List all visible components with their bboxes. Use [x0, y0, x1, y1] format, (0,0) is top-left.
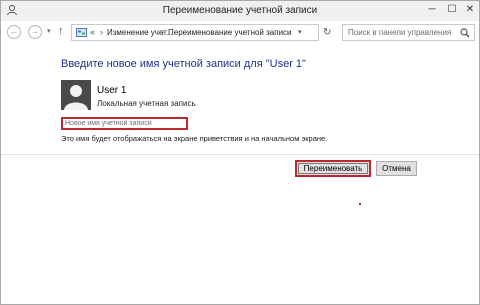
rename-button-label: Переименовать: [298, 163, 368, 174]
forward-button[interactable]: →: [28, 25, 42, 39]
breadcrumb-separator: ›: [100, 27, 103, 37]
address-dropdown-button[interactable]: ▾: [298, 28, 302, 36]
new-name-hint: Это имя будет отображаться на экране при…: [61, 134, 328, 143]
avatar-silhouette-icon: [64, 85, 88, 110]
account-name: User 1: [97, 85, 127, 96]
recent-locations-button[interactable]: ▾: [47, 27, 51, 35]
page-heading: Введите новое имя учетной записи для "Us…: [61, 58, 306, 70]
navigation-bar: ← → ▾ ↑ « › Изменение учет... › Переимен…: [1, 21, 479, 45]
up-button[interactable]: ↑: [58, 25, 64, 37]
divider: [1, 154, 479, 155]
breadcrumb-overflow[interactable]: «: [90, 27, 95, 37]
search-icon[interactable]: [460, 28, 470, 38]
back-button[interactable]: ←: [7, 25, 21, 39]
rename-account-window: Переименование учетной записи ─ ☐ ✕ ← → …: [0, 0, 480, 305]
search-input[interactable]: Поиск в панели управления: [348, 28, 451, 37]
cancel-button[interactable]: Отмена: [376, 161, 417, 176]
account-type: Локальная учетная запись: [97, 99, 196, 108]
minimize-button[interactable]: ─: [425, 4, 439, 16]
search-box[interactable]: Поиск в панели управления: [342, 24, 475, 41]
rename-button[interactable]: Переименовать: [295, 160, 371, 177]
red-dot-mark: [359, 203, 361, 205]
control-panel-icon: [76, 28, 87, 37]
address-bar[interactable]: « › Изменение учет... › Переименование у…: [71, 24, 319, 41]
new-name-field-wrapper: [61, 117, 188, 130]
user-avatar: [61, 80, 91, 110]
close-button[interactable]: ✕: [463, 4, 477, 16]
title-bar: Переименование учетной записи ─ ☐ ✕: [1, 1, 479, 21]
window-title: Переименование учетной записи: [162, 5, 318, 16]
maximize-button[interactable]: ☐: [445, 4, 459, 16]
breadcrumb-separator: ›: [161, 27, 164, 37]
new-name-input[interactable]: [65, 119, 183, 128]
refresh-button[interactable]: ↻: [323, 27, 331, 38]
breadcrumb-rename-account[interactable]: Переименование учетной записи: [168, 28, 292, 37]
